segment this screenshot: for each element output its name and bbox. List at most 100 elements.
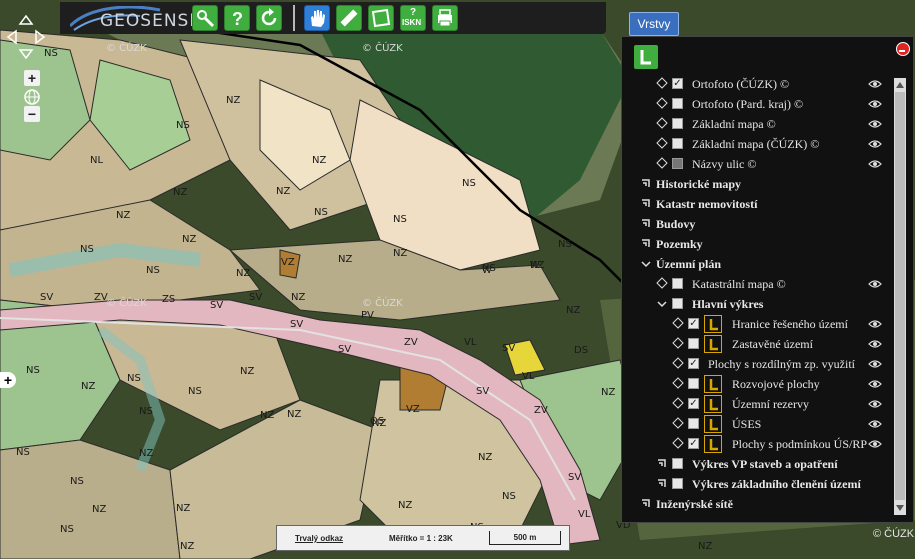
layer-group[interactable]: Pozemky: [622, 235, 894, 253]
legend-icon[interactable]: [704, 395, 722, 413]
info-diamond-icon[interactable]: [656, 137, 668, 149]
layers-tab[interactable]: Vrstvy: [629, 12, 679, 36]
layer-group[interactable]: Územní plán: [622, 255, 894, 273]
layer-checkbox[interactable]: [672, 98, 683, 109]
visibility-eye-icon[interactable]: [868, 438, 882, 450]
layer-checkbox[interactable]: [688, 378, 699, 389]
layer-checkbox[interactable]: [672, 138, 683, 149]
visibility-eye-icon[interactable]: [868, 138, 882, 150]
layer-group[interactable]: Katastr nemovitostí: [622, 195, 894, 213]
visibility-eye-icon[interactable]: [868, 398, 882, 410]
legend-icon[interactable]: [704, 335, 722, 353]
layer-checkbox[interactable]: [672, 458, 683, 469]
scroll-down-icon[interactable]: [894, 502, 906, 514]
info-diamond-icon[interactable]: [656, 117, 668, 129]
layer-group[interactable]: Výkres VP staveb a opatření: [622, 455, 894, 473]
visibility-eye-icon[interactable]: [868, 98, 882, 110]
scroll-thumb[interactable]: [895, 92, 905, 500]
layer-item[interactable]: Základní mapa (ČÚZK) ©: [622, 135, 894, 153]
info-diamond-icon[interactable]: [672, 377, 684, 389]
collapse-icon[interactable]: [640, 257, 652, 269]
layer-group[interactable]: Hlavní výkres: [622, 295, 894, 313]
visibility-eye-icon[interactable]: [868, 378, 882, 390]
expand-icon[interactable]: [640, 177, 652, 189]
legend-icon[interactable]: [704, 415, 722, 433]
layer-item[interactable]: Základní mapa ©: [622, 115, 894, 133]
close-panel-button[interactable]: [896, 42, 910, 56]
permalink-link[interactable]: Trvalý odkaz: [295, 534, 343, 543]
layer-item[interactable]: Názvy ulic ©: [622, 155, 894, 173]
layer-checkbox[interactable]: [688, 338, 699, 349]
info-diamond-icon[interactable]: [672, 397, 684, 409]
layer-group[interactable]: Historické mapy: [622, 175, 894, 193]
layer-checkbox[interactable]: [672, 158, 683, 169]
legend-icon[interactable]: [704, 315, 722, 333]
legend-icon[interactable]: [704, 375, 722, 393]
pan-arrows-icon[interactable]: [6, 14, 46, 60]
layer-label: Pozemky: [656, 237, 703, 251]
scroll-up-icon[interactable]: [894, 79, 906, 91]
layer-checkbox[interactable]: [672, 478, 683, 489]
layer-item[interactable]: Zastavěné území: [622, 335, 894, 353]
layer-checkbox[interactable]: ✓: [688, 398, 699, 409]
refresh-button[interactable]: [256, 5, 282, 31]
layer-group[interactable]: Inženýrské sítě: [622, 495, 894, 513]
search-button[interactable]: [192, 5, 218, 31]
info-diamond-icon[interactable]: [656, 77, 668, 89]
layer-item[interactable]: Katastrální mapa ©: [622, 275, 894, 293]
zoom-in-button[interactable]: +: [24, 70, 40, 86]
area-button[interactable]: [368, 5, 394, 31]
legend-icon[interactable]: [704, 435, 722, 453]
expand-icon[interactable]: [656, 477, 668, 489]
measure-button[interactable]: [336, 5, 362, 31]
layer-checkbox[interactable]: ✓: [688, 438, 699, 449]
visibility-eye-icon[interactable]: [868, 278, 882, 290]
expand-icon[interactable]: [656, 297, 668, 309]
print-button[interactable]: [432, 5, 458, 31]
visibility-eye-icon[interactable]: [868, 158, 882, 170]
expand-icon[interactable]: [640, 217, 652, 229]
layer-item[interactable]: ✓ Plochy s rozdílným zp. využití: [622, 355, 894, 373]
layer-item[interactable]: ✓ Plochy s podmínkou ÚS/RP: [622, 435, 894, 453]
layer-item[interactable]: Ortofoto (Pard. kraj) ©: [622, 95, 894, 113]
layer-group[interactable]: Budovy: [622, 215, 894, 233]
layer-item[interactable]: ✓ Hranice řešeného území: [622, 315, 894, 333]
expand-icon[interactable]: [640, 197, 652, 209]
expand-icon[interactable]: [656, 457, 668, 469]
layer-checkbox[interactable]: [672, 118, 683, 129]
info-diamond-icon[interactable]: [672, 337, 684, 349]
visibility-eye-icon[interactable]: [868, 78, 882, 90]
visibility-eye-icon[interactable]: [868, 358, 882, 370]
layer-item[interactable]: ✓ Ortofoto (ČÚZK) ©: [622, 75, 894, 93]
pan-button[interactable]: [304, 5, 330, 31]
layer-checkbox[interactable]: [672, 298, 683, 309]
layer-checkbox[interactable]: ✓: [672, 78, 683, 89]
expand-icon[interactable]: [640, 497, 652, 509]
info-diamond-icon[interactable]: [672, 417, 684, 429]
info-diamond-icon[interactable]: [656, 277, 668, 289]
layer-item[interactable]: Rozvojové plochy: [622, 375, 894, 393]
layer-checkbox[interactable]: ✓: [688, 358, 699, 369]
visibility-eye-icon[interactable]: [868, 418, 882, 430]
help-button[interactable]: ?: [224, 5, 250, 31]
panel-scrollbar[interactable]: [894, 78, 906, 515]
iskn-button[interactable]: ? ISKN: [400, 5, 426, 31]
info-diamond-icon[interactable]: [656, 157, 668, 169]
expand-left-button[interactable]: +: [0, 372, 16, 388]
globe-icon[interactable]: [23, 88, 41, 106]
visibility-eye-icon[interactable]: [868, 118, 882, 130]
info-diamond-icon[interactable]: [672, 357, 684, 369]
layer-group[interactable]: Výkres základního členění území: [622, 475, 894, 493]
info-diamond-icon[interactable]: [656, 97, 668, 109]
info-diamond-icon[interactable]: [672, 437, 684, 449]
layer-checkbox[interactable]: [672, 278, 683, 289]
layer-checkbox[interactable]: ✓: [688, 318, 699, 329]
visibility-eye-icon[interactable]: [868, 318, 882, 330]
layer-checkbox[interactable]: [688, 418, 699, 429]
info-diamond-icon[interactable]: [672, 317, 684, 329]
layer-item[interactable]: ÚSES: [622, 415, 894, 433]
layer-item[interactable]: ✓ Územní rezervy: [622, 395, 894, 413]
expand-icon[interactable]: [640, 237, 652, 249]
zoom-out-button[interactable]: −: [24, 106, 40, 122]
visibility-eye-icon[interactable]: [868, 338, 882, 350]
